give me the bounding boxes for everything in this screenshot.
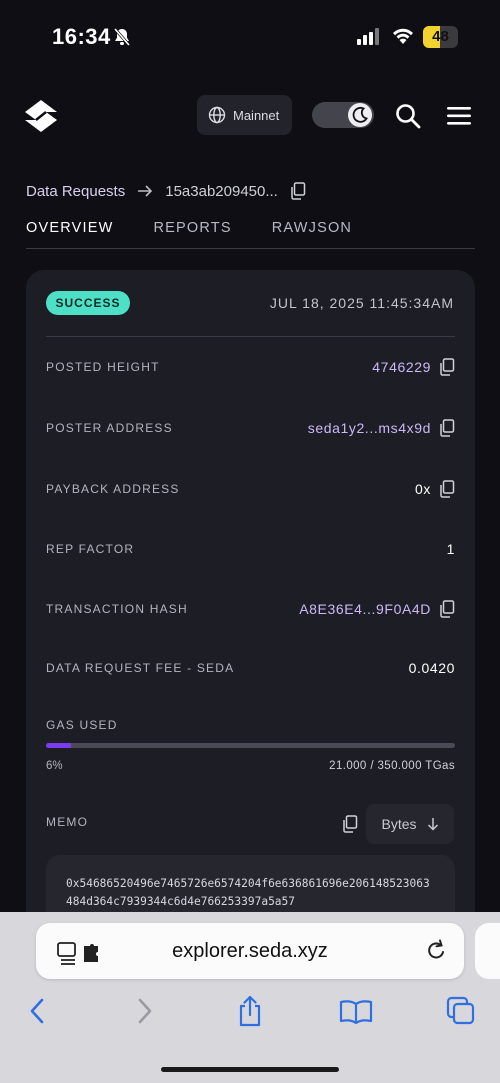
tab-overview[interactable]: OVERVIEW — [26, 220, 114, 248]
overview-card: SUCCESS JUL 18, 2025 11:45:34AM POSTED H… — [26, 270, 475, 945]
memo-format-label: Bytes — [381, 816, 417, 832]
copy-icon[interactable] — [439, 600, 455, 618]
copy-icon[interactable] — [439, 480, 455, 498]
tab-rawjson[interactable]: RAWJSON — [272, 220, 352, 248]
payback-address-row: PAYBACK ADDRESS 0x — [46, 477, 455, 501]
row-label: POSTED HEIGHT — [46, 360, 160, 374]
copy-icon[interactable] — [439, 419, 455, 437]
breadcrumb-data-requests-link[interactable]: Data Requests — [26, 183, 125, 200]
hamburger-menu-icon[interactable] — [446, 105, 472, 132]
status-badge: SUCCESS — [46, 291, 130, 315]
data-request-fee-value: 0.0420 — [408, 660, 455, 676]
rep-factor-value: 1 — [446, 541, 455, 557]
moon-icon — [352, 107, 368, 123]
home-indicator — [161, 1067, 339, 1072]
gas-progress-fill — [46, 743, 71, 748]
memo-format-dropdown[interactable]: Bytes — [366, 804, 454, 844]
tabs-overview-icon[interactable] — [446, 996, 476, 1031]
cellular-signal-icon — [357, 28, 381, 51]
payback-address-value: 0x — [415, 481, 431, 497]
theme-toggle[interactable] — [312, 102, 374, 128]
divider — [46, 336, 455, 337]
forward-icon[interactable] — [136, 997, 154, 1030]
breadcrumb-current-id: 15a3ab209450... — [165, 182, 278, 200]
copy-icon[interactable] — [439, 358, 455, 376]
next-tab-preview[interactable] — [475, 923, 500, 979]
tab-reports[interactable]: REPORTS — [154, 220, 232, 248]
detail-tabs: OVERVIEW REPORTS RAWJSON — [26, 220, 475, 249]
share-icon[interactable] — [236, 995, 264, 1032]
row-label: DATA REQUEST FEE - SEDA — [46, 661, 235, 675]
status-bar: 16:34 48 — [0, 0, 500, 72]
rep-factor-row: REP FACTOR 1 — [46, 537, 455, 561]
back-icon[interactable] — [28, 997, 46, 1030]
gas-used-label: GAS USED — [46, 718, 118, 732]
url-text: explorer.seda.xyz — [172, 940, 328, 962]
transaction-hash-row: TRANSACTION HASH A8E36E4...9F0A4D — [46, 597, 455, 621]
copy-memo-icon[interactable] — [342, 815, 358, 838]
address-bar[interactable]: explorer.seda.xyz — [36, 923, 464, 979]
request-date: JUL 18, 2025 11:45:34AM — [269, 295, 454, 311]
copy-id-icon[interactable] — [290, 182, 306, 200]
memo-label: MEMO — [46, 815, 89, 829]
gas-amount: 21.000 / 350.000 TGas — [329, 760, 455, 772]
wifi-icon — [391, 26, 415, 51]
network-label: Mainnet — [233, 107, 280, 123]
row-label: POSTER ADDRESS — [46, 421, 173, 435]
bookmarks-icon[interactable] — [339, 999, 373, 1030]
gas-progress-bar — [46, 743, 455, 748]
bell-muted-icon — [112, 27, 132, 52]
battery-indicator: 48 — [423, 26, 458, 48]
posted-height-row: POSTED HEIGHT 4746229 — [46, 355, 455, 379]
row-label: PAYBACK ADDRESS — [46, 482, 180, 496]
gas-percent: 6% — [46, 760, 63, 772]
poster-address-value[interactable]: seda1y2...ms4x9d — [308, 420, 431, 436]
arrow-right-icon — [138, 185, 153, 197]
status-time: 16:34 — [52, 24, 111, 49]
network-selector-button[interactable]: Mainnet — [197, 95, 292, 135]
breadcrumb: Data Requests 15a3ab209450... — [26, 182, 306, 200]
search-icon[interactable] — [395, 103, 421, 134]
arrow-down-icon — [427, 818, 438, 831]
theme-toggle-knob — [348, 103, 372, 127]
reload-icon[interactable] — [425, 939, 447, 968]
data-request-fee-row: DATA REQUEST FEE - SEDA 0.0420 — [46, 656, 455, 680]
globe-icon — [208, 106, 226, 124]
transaction-hash-value[interactable]: A8E36E4...9F0A4D — [299, 601, 431, 617]
row-label: TRANSACTION HASH — [46, 602, 188, 616]
poster-address-row: POSTER ADDRESS seda1y2...ms4x9d — [46, 416, 455, 440]
seda-logo-icon[interactable] — [24, 99, 58, 138]
battery-level: 48 — [432, 28, 449, 45]
posted-height-value[interactable]: 4746229 — [372, 359, 431, 375]
browser-toolbar: explorer.seda.xyz — [0, 912, 500, 1083]
row-label: REP FACTOR — [46, 542, 135, 556]
